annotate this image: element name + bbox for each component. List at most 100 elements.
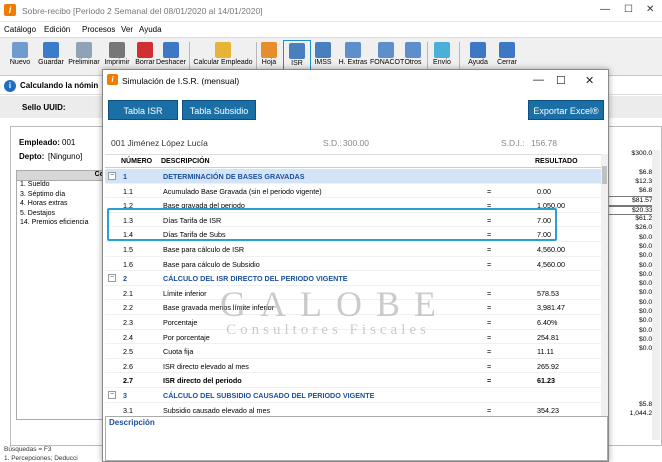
row-number: 3 xyxy=(123,391,127,400)
amount-value xyxy=(604,392,656,401)
table-row[interactable]: 2.5 Cuota fija = 11.11 xyxy=(105,344,601,359)
row-description: Base para cálculo de ISR xyxy=(163,245,245,254)
perceptions-panel: Co 1. Sueldo 3. Séptimo día 4. Horas ext… xyxy=(16,170,108,420)
row-result: 6.40% xyxy=(537,318,558,327)
row-description: DETERMINACIÓN DE BASES GRAVADAS xyxy=(163,172,305,181)
row-number: 2.2 xyxy=(123,303,133,313)
grid-scrollbar[interactable] xyxy=(601,154,608,416)
export-excel-button[interactable]: Exportar Excel® xyxy=(528,100,604,120)
row-description: CÁLCULO DEL SUBSIDIO CAUSADO DEL PERIODO… xyxy=(163,391,375,400)
minimize-icon[interactable]: — xyxy=(600,4,610,15)
save-button[interactable]: Guardar xyxy=(36,40,66,74)
others-icon xyxy=(405,42,421,58)
amount-value: $81.57) xyxy=(604,196,656,206)
column-header-numero[interactable]: NÚMERO xyxy=(121,158,152,165)
grid-header: NÚMERO DESCRIPCIÓN RESULTADO xyxy=(105,155,601,168)
row-result: 578.53 xyxy=(537,288,559,298)
list-item[interactable]: 1. Sueldo xyxy=(17,181,107,191)
list-item[interactable]: 4. Horas extras xyxy=(17,200,107,210)
row-result: 3,981.47 xyxy=(537,303,565,313)
row-number: 2.6 xyxy=(123,361,133,371)
dialog-app-icon: i xyxy=(107,74,118,85)
menu-catalogo[interactable]: Catálogo xyxy=(4,25,36,34)
dialog-minimize-icon[interactable]: — xyxy=(533,74,544,86)
preview-button[interactable]: Preliminar xyxy=(68,40,100,74)
row-description: Base para cálculo de Subsidio xyxy=(163,259,260,269)
dept-value: [Ninguno] xyxy=(48,152,83,161)
main-scrollbar[interactable] xyxy=(652,150,660,440)
sheet-icon xyxy=(261,42,277,58)
maximize-icon[interactable]: ☐ xyxy=(624,4,633,15)
section-row[interactable]: −1 DETERMINACIÓN DE BASES GRAVADAS xyxy=(105,169,601,184)
row-result: 11.11 xyxy=(537,347,554,357)
row-equals: = xyxy=(487,332,492,342)
row-result: 4,560.00 xyxy=(537,259,565,269)
collapse-icon[interactable]: − xyxy=(108,391,116,399)
help-icon xyxy=(470,42,486,58)
fonacot-icon xyxy=(378,42,394,58)
row-description: Cuota fija xyxy=(163,347,194,357)
list-item[interactable]: 14. Premios eficiencia xyxy=(17,219,107,229)
table-row[interactable]: 2.6 ISR directo elevado al mes = 265.92 xyxy=(105,359,601,374)
amount-value xyxy=(604,373,656,382)
employee-name: 001 Jiménez López Lucía xyxy=(111,138,208,148)
new-button[interactable]: Nuevo xyxy=(8,40,32,74)
menu-ver[interactable]: Ver xyxy=(121,25,133,34)
close-icon[interactable]: ✕ xyxy=(646,4,654,15)
dialog-maximize-icon[interactable]: ☐ xyxy=(556,74,566,87)
collapse-icon[interactable]: − xyxy=(108,172,116,180)
imss-icon xyxy=(315,42,331,58)
row-number: 2 xyxy=(123,274,127,284)
employee-label: Empleado: xyxy=(19,138,60,147)
row-number: 2.3 xyxy=(123,318,133,327)
table-row[interactable]: 1.6 Base para cálculo de Subsidio = 4,560.0… xyxy=(105,257,601,272)
dialog-title: Simulación de I.S.R. (mensual) xyxy=(122,76,240,86)
amount-value: $0.00 xyxy=(638,326,656,334)
calculate-icon xyxy=(215,42,231,58)
amount-value: $0.00 xyxy=(638,289,656,297)
menu-procesos[interactable]: Procesos xyxy=(82,25,115,34)
row-equals: = xyxy=(487,303,492,313)
toolbar-separator xyxy=(189,42,190,72)
row-equals: = xyxy=(487,361,492,371)
table-row[interactable]: 3.1 Subsidio causado elevado al mes = 354.2… xyxy=(105,403,601,414)
amount-value: $61.23 xyxy=(635,215,656,223)
section-row[interactable]: −3 CÁLCULO DEL SUBSIDIO CAUSADO DEL PERIO… xyxy=(105,388,601,403)
save-icon xyxy=(43,42,59,58)
tabla-isr-button[interactable]: Tabla ISR xyxy=(108,100,178,120)
send-icon xyxy=(434,42,450,58)
menu-ayuda[interactable]: Ayuda xyxy=(139,25,162,34)
isr-simulation-dialog: i Simulación de I.S.R. (mensual) — ☐ ✕ T… xyxy=(102,69,609,462)
dialog-close-icon[interactable]: ✕ xyxy=(585,74,594,87)
employee-info-row: 001 Jiménez López Lucía S.D.: 300.00 S.D… xyxy=(103,132,608,154)
row-equals: = xyxy=(487,288,492,298)
amount-value xyxy=(604,382,656,391)
row-result: 0.00 xyxy=(537,186,551,196)
row-number: 2.7 xyxy=(123,376,133,386)
table-row[interactable]: 1.1 Acumulado Base Gravada (sin el period… xyxy=(105,184,601,199)
tabla-subsidio-button[interactable]: Tabla Subsidio xyxy=(182,100,256,120)
row-number: 1.1 xyxy=(123,186,133,196)
sd-value: 300.00 xyxy=(343,138,369,148)
row-description: ISR directo del periodo xyxy=(163,376,242,386)
column-header-descripcion[interactable]: DESCRIPCIÓN xyxy=(161,158,210,165)
main-window-title: Sobre-recibo [Periodo 2 Semanal del 08/0… xyxy=(22,6,263,16)
amount-value: $0.00 xyxy=(638,345,656,353)
table-row[interactable]: 1.5 Base para cálculo de ISR = 4,560.00 xyxy=(105,242,601,257)
row-equals: = xyxy=(487,405,492,414)
amount-value: $0.00 xyxy=(638,242,656,250)
list-item[interactable]: 5. Destajos xyxy=(17,210,107,220)
table-row[interactable]: 2.7 ISR directo del periodo = 61.23 xyxy=(105,373,601,388)
calculating-text: Calculando la nómin xyxy=(20,81,99,90)
watermark-subtitle: Consultores Fiscales xyxy=(226,322,430,338)
info-icon: i xyxy=(4,80,16,92)
scrollbar-thumb[interactable] xyxy=(602,166,607,184)
column-header-resultado[interactable]: RESULTADO xyxy=(535,158,578,165)
dialog-buttonbar: Tabla ISR Tabla Subsidio Exportar Excel® xyxy=(103,91,608,126)
collapse-icon[interactable]: − xyxy=(108,274,116,283)
amount-value xyxy=(604,159,656,168)
menu-edicion[interactable]: Edición xyxy=(44,25,70,34)
row-description: CÁLCULO DEL ISR DIRECTO DEL PERIODO VIGE… xyxy=(163,274,348,284)
list-item[interactable]: 3. Séptimo día xyxy=(17,191,107,201)
row-result: 265.92 xyxy=(537,361,559,371)
